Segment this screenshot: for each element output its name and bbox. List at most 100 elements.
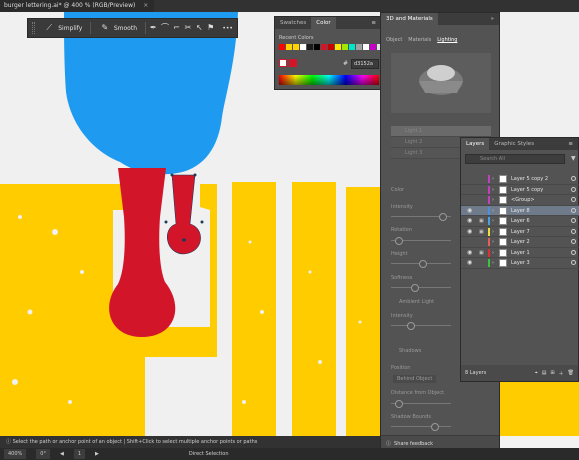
color-swatch[interactable] — [314, 44, 320, 50]
lock-icon[interactable]: ▣ — [479, 216, 484, 227]
ambient-light-label[interactable]: Ambient Light — [399, 299, 434, 305]
new-sublayer-icon[interactable]: ⊞ — [550, 370, 554, 376]
target-circle-icon[interactable] — [571, 176, 576, 181]
document-tab[interactable]: burger lettering.ai* @ 400 % (RGB/Previe… — [0, 0, 155, 12]
layer-row[interactable]: ◉ › Layer 3 — [461, 258, 579, 269]
height-slider[interactable] — [391, 260, 451, 268]
tab-color[interactable]: Color — [311, 17, 336, 29]
color-swatch[interactable] — [335, 44, 341, 50]
close-tab-icon[interactable]: × — [143, 2, 148, 9]
anchor-point[interactable] — [193, 173, 197, 177]
smooth-button[interactable]: ✎ Smooth — [95, 20, 141, 36]
lock-icon[interactable]: ▣ — [479, 227, 484, 238]
light-item[interactable]: Light 1 — [391, 126, 491, 137]
prev-artboard-icon[interactable]: ◀ — [60, 448, 64, 460]
target-circle-icon[interactable] — [571, 239, 576, 244]
intensity-slider[interactable] — [391, 213, 451, 221]
expand-arrow-icon[interactable]: › — [492, 174, 494, 185]
layers-search[interactable]: Search All — [465, 154, 565, 164]
position-select[interactable]: Behind Object — [393, 375, 437, 383]
bounds-slider[interactable] — [391, 423, 451, 431]
more-options-button[interactable]: ••• — [222, 25, 233, 32]
visibility-eye-icon[interactable]: ◉ — [467, 216, 472, 227]
collapse-icon[interactable]: » — [486, 13, 499, 25]
target-circle-icon[interactable] — [571, 228, 576, 234]
expand-arrow-icon[interactable]: › — [492, 237, 494, 248]
next-artboard-icon[interactable]: ▶ — [95, 448, 99, 460]
color-swatch[interactable] — [370, 44, 376, 50]
target-circle-icon[interactable] — [571, 218, 576, 223]
expand-arrow-icon[interactable]: › — [492, 206, 494, 217]
artboard-field[interactable]: 1 — [73, 449, 86, 459]
color-swatch[interactable] — [321, 44, 327, 50]
anchor-point[interactable] — [164, 220, 168, 224]
tab-lighting[interactable]: Lighting — [437, 37, 457, 49]
tab-object[interactable]: Object — [386, 37, 402, 49]
color-spectrum[interactable] — [279, 75, 379, 85]
layer-name[interactable]: Layer 7 — [511, 227, 530, 238]
tab-swatches[interactable]: Swatches — [275, 17, 311, 29]
shadows-label[interactable]: Shadows — [399, 348, 421, 354]
drag-handle[interactable] — [32, 22, 36, 34]
expand-arrow-icon[interactable]: › — [492, 185, 494, 196]
panel-menu-icon[interactable]: ≡ — [366, 17, 381, 29]
color-swatch[interactable] — [363, 44, 369, 50]
layer-row[interactable]: › Layer 5 copy — [461, 185, 579, 196]
tab-layers[interactable]: Layers — [461, 138, 490, 150]
filter-icon[interactable]: ▼ — [571, 155, 576, 162]
color-swatch[interactable] — [342, 44, 348, 50]
layer-row[interactable]: ◉ ▣ › Layer 7 — [461, 227, 579, 238]
layer-row[interactable]: ◉ ▣ › Layer 1 — [461, 248, 579, 259]
hex-input[interactable]: d3152a — [351, 59, 379, 69]
expand-arrow-icon[interactable]: › — [492, 248, 494, 259]
expand-arrow-icon[interactable]: › — [492, 195, 494, 206]
anchor-corner-icon[interactable]: ⌒ — [161, 22, 169, 34]
layer-name[interactable]: <Group> — [511, 195, 535, 206]
none-swatch-icon[interactable] — [289, 59, 297, 67]
layer-row[interactable]: › Layer 5 copy 2 — [461, 174, 579, 185]
clip-icon[interactable]: ▤ — [542, 370, 547, 376]
anchor-point[interactable] — [182, 238, 186, 242]
layer-name[interactable]: Layer 8 — [511, 206, 530, 217]
target-circle-icon[interactable] — [571, 260, 576, 265]
visibility-eye-icon[interactable]: ◉ — [467, 227, 472, 238]
lock-icon[interactable]: ▣ — [479, 248, 484, 259]
ambient-slider[interactable] — [391, 322, 451, 330]
flag-icon[interactable]: ⚑ — [207, 22, 214, 34]
anchor-remove-icon[interactable]: ↖ — [196, 22, 203, 34]
target-circle-icon[interactable] — [571, 249, 576, 255]
locate-icon[interactable]: ⌖ — [535, 370, 538, 376]
panel-menu-icon[interactable]: ≡ — [563, 138, 578, 150]
distance-slider[interactable] — [391, 400, 451, 408]
color-swatch[interactable] — [328, 44, 334, 50]
layer-name[interactable]: Layer 3 — [511, 258, 530, 269]
visibility-eye-icon[interactable]: ◉ — [467, 206, 472, 217]
tab-graphic-styles[interactable]: Graphic Styles — [489, 138, 539, 150]
color-swatch[interactable] — [300, 44, 306, 50]
anchor-smooth-icon[interactable]: ⌐ — [173, 22, 180, 34]
panel3d-title[interactable]: 3D and Materials — [381, 13, 438, 25]
layer-name[interactable]: Layer 1 — [511, 248, 530, 259]
color-swatch[interactable] — [286, 44, 292, 50]
tab-materials[interactable]: Materials — [408, 37, 431, 49]
color-swatch[interactable] — [279, 44, 285, 50]
color-swatch[interactable] — [349, 44, 355, 50]
expand-arrow-icon[interactable]: › — [492, 258, 494, 269]
new-layer-icon[interactable]: ＋ — [559, 370, 564, 377]
zoom-field[interactable]: 400% — [4, 449, 27, 459]
anchor-point[interactable] — [170, 173, 174, 177]
softness-slider[interactable] — [391, 284, 451, 292]
visibility-eye-icon[interactable]: ◉ — [467, 248, 472, 259]
layer-row[interactable]: › <Group> — [461, 195, 579, 206]
lighting-preview[interactable] — [391, 53, 491, 113]
target-circle-icon[interactable] — [571, 186, 576, 192]
target-circle-icon[interactable] — [571, 197, 576, 202]
simplify-button[interactable]: ⟋ Simplify — [39, 20, 86, 36]
expand-arrow-icon[interactable]: › — [492, 227, 494, 238]
delete-icon[interactable]: 🗑 — [568, 370, 574, 376]
layer-name[interactable]: Layer 6 — [511, 216, 530, 227]
fill-stroke-icon[interactable] — [279, 59, 287, 67]
layer-name[interactable]: Layer 5 copy — [511, 185, 543, 196]
cut-path-icon[interactable]: ✂ — [184, 22, 192, 34]
color-swatch[interactable] — [307, 44, 313, 50]
